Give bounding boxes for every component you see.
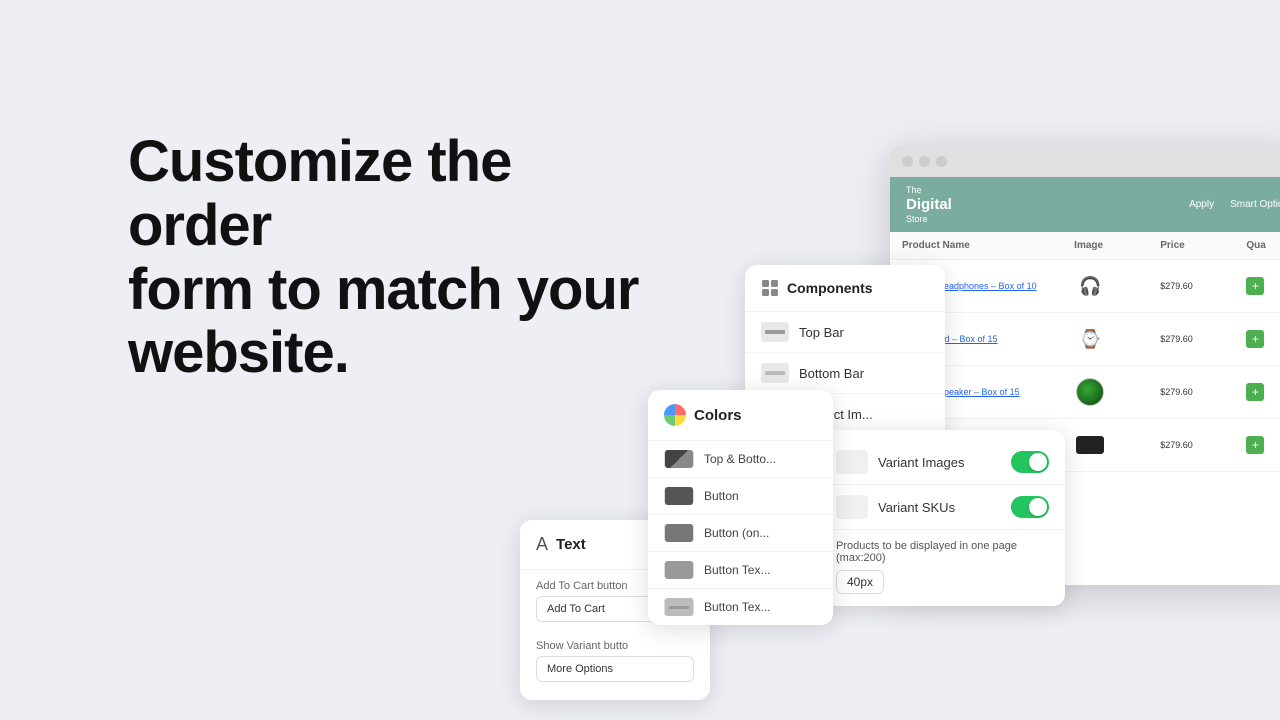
product-image: [1074, 376, 1106, 408]
browser-dot-1: [902, 156, 913, 167]
color-item-button-text[interactable]: Button Tex...: [648, 551, 833, 588]
settings-panel: Variant Images Variant SKUs Products to …: [820, 430, 1065, 606]
topbar-icon: [761, 322, 789, 342]
browser-dot-2: [919, 156, 930, 167]
table-row: Wireless headphones – Box of 10 🎧 $279.6…: [890, 260, 1280, 313]
qty-button[interactable]: +: [1246, 383, 1264, 401]
product-image: 🎧: [1074, 270, 1106, 302]
color-item-button[interactable]: Button: [648, 477, 833, 514]
product-image: ⌚: [1074, 323, 1106, 355]
products-per-page-value[interactable]: 40px: [836, 570, 884, 594]
top-bottom-swatch: [664, 450, 694, 468]
panel-item-topbar[interactable]: Top Bar: [745, 312, 945, 353]
qty-button[interactable]: +: [1246, 436, 1264, 454]
settings-footer: Products to be displayed in one page (ma…: [820, 530, 1065, 598]
hero-section: Customize the order form to match your w…: [128, 130, 648, 385]
variant-images-item: Variant Images: [820, 440, 1065, 485]
components-icon: [761, 279, 779, 297]
browser-titlebar: [890, 145, 1280, 177]
variant-skus-item: Variant SKUs: [820, 485, 1065, 530]
button-text2-swatch: [664, 598, 694, 616]
panel-item-bottombar[interactable]: Bottom Bar: [745, 353, 945, 394]
colors-panel-header: Colors: [648, 390, 833, 440]
variant-skus-icon: [836, 495, 868, 519]
table-row: Portable Speaker – Box of 15 $279.60 +: [890, 366, 1280, 419]
button-swatch: [664, 487, 694, 505]
show-variant-label: Show Variant butto: [520, 630, 710, 656]
table-row: Smart Band – Box of 15 ⌚ $279.60 +: [890, 313, 1280, 366]
colors-icon: [664, 404, 686, 426]
product-image: [1074, 429, 1106, 461]
qty-button[interactable]: +: [1246, 330, 1264, 348]
browser-dot-3: [936, 156, 947, 167]
variant-images-icon: [836, 450, 868, 474]
table-header: Product Name Image Price Qua: [890, 232, 1280, 260]
color-item-top-bottom[interactable]: Top & Botto...: [648, 440, 833, 477]
qty-button[interactable]: +: [1246, 277, 1264, 295]
color-item-button-text2[interactable]: Button Tex...: [648, 588, 833, 625]
show-variant-input[interactable]: [536, 656, 694, 682]
components-panel-header: Components: [745, 265, 945, 312]
colors-panel: Colors Top & Botto... Button Button (on.…: [648, 390, 833, 625]
variant-images-toggle[interactable]: [1011, 451, 1049, 473]
hero-heading: Customize the order form to match your w…: [128, 130, 648, 385]
store-header: The Digital Store Apply Smart Options: [890, 177, 1280, 232]
text-icon: A: [536, 534, 548, 555]
button-on-swatch: [664, 524, 694, 542]
store-nav: Apply Smart Options: [1189, 199, 1280, 210]
variant-skus-toggle[interactable]: [1011, 496, 1049, 518]
store-logo: The Digital Store: [906, 185, 952, 225]
products-per-page-label: Products to be displayed in one page (ma…: [836, 540, 1049, 564]
bottombar-icon: [761, 363, 789, 383]
button-text-swatch: [664, 561, 694, 579]
color-item-button-on[interactable]: Button (on...: [648, 514, 833, 551]
